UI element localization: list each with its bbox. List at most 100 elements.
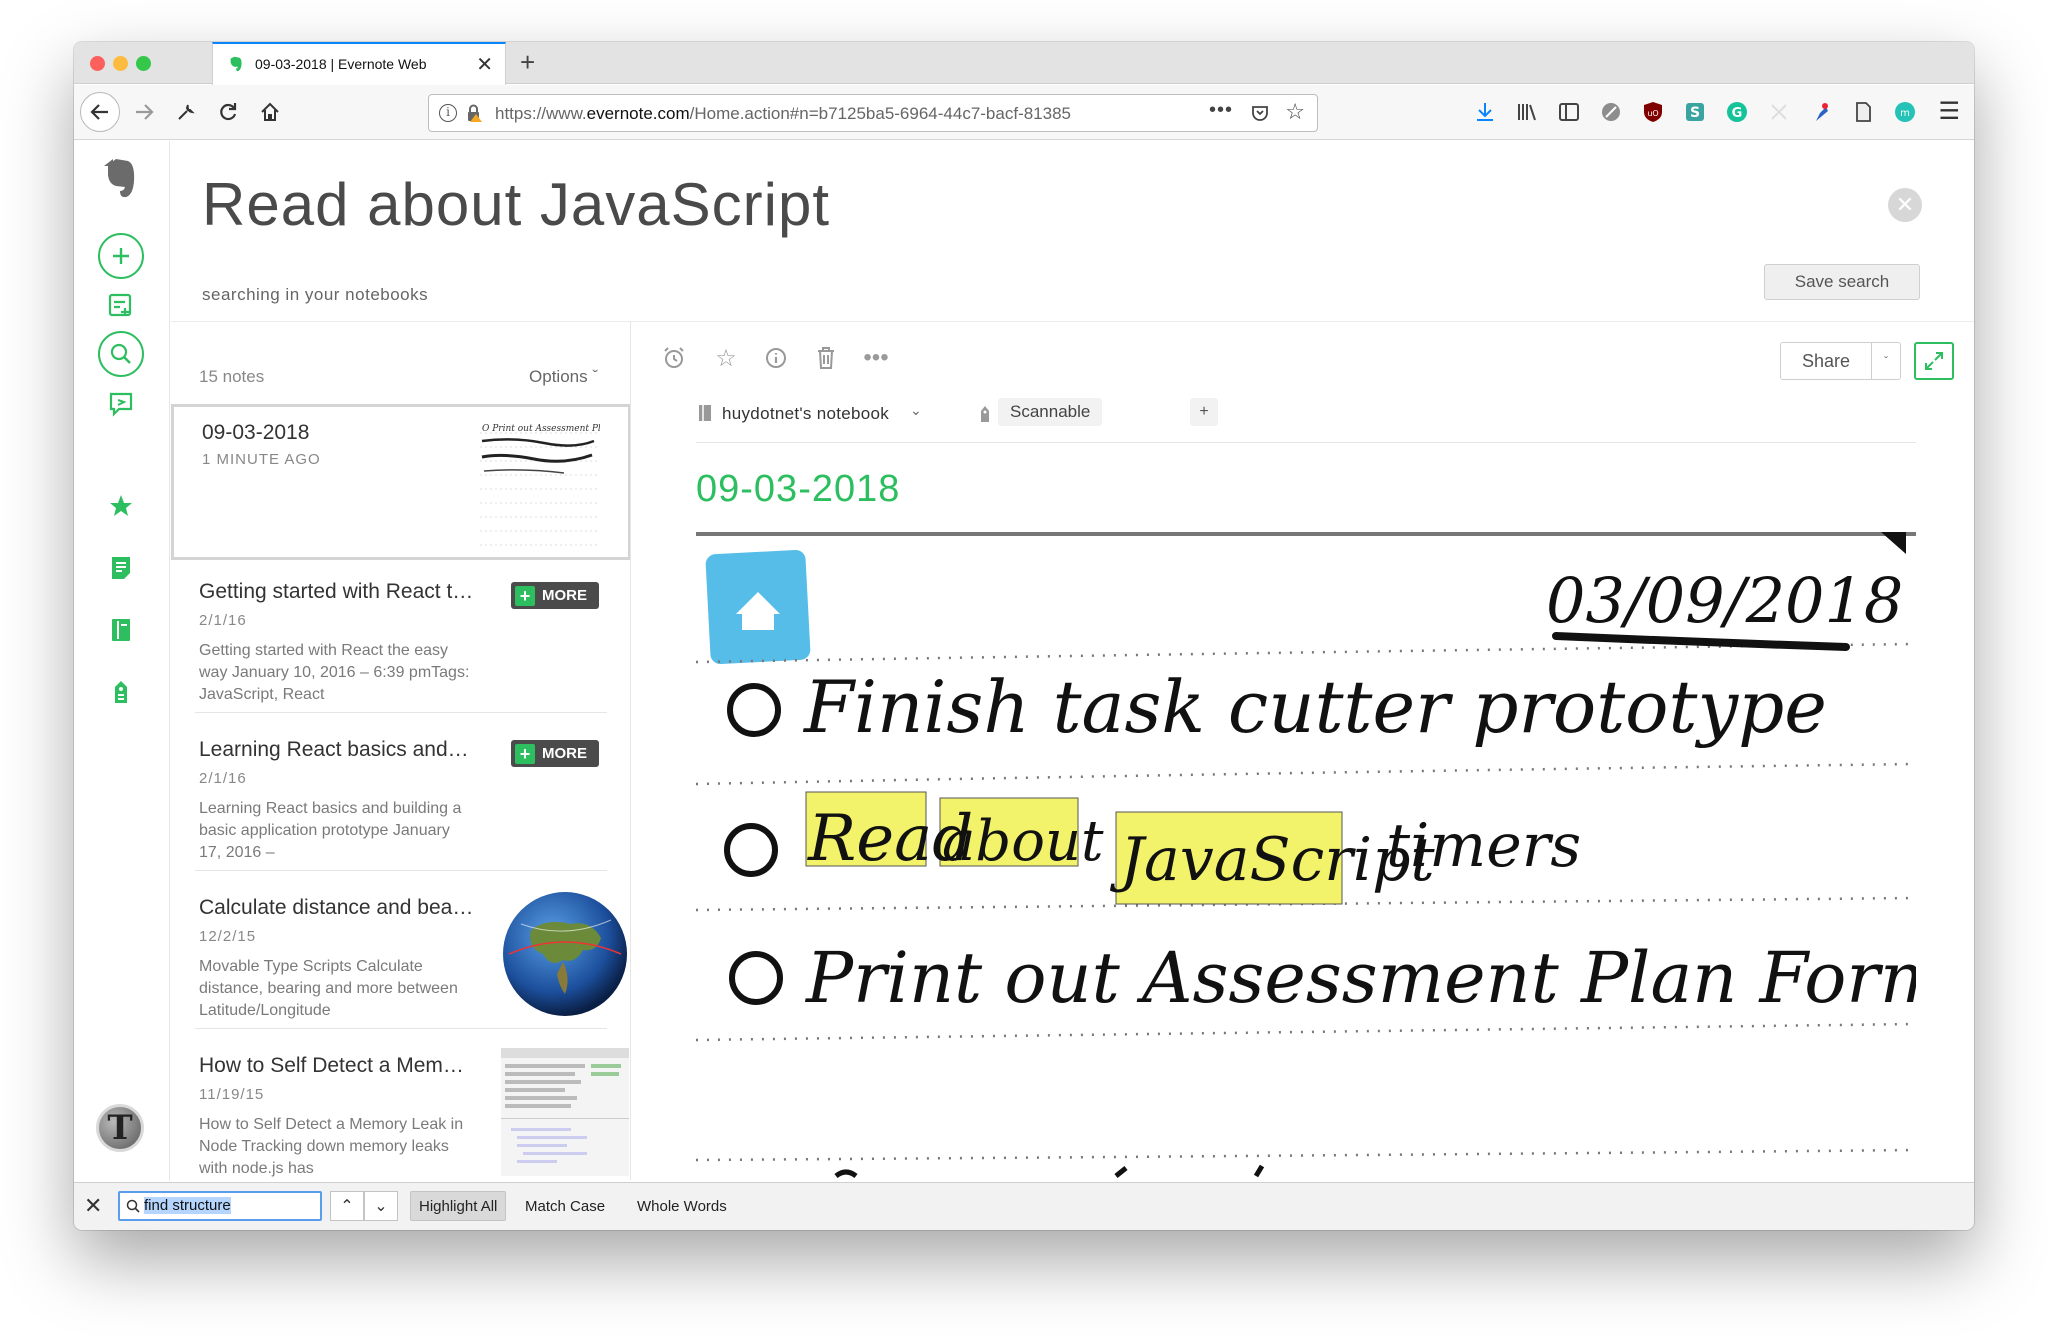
- more-badge: + MORE: [511, 740, 599, 767]
- svg-text:O Print out Assessment Plan Fo: O Print out Assessment Plan Form: [482, 424, 600, 434]
- expand-arrows-icon: [1925, 352, 1943, 370]
- handwritten-line-1: Finish task cutter prototype: [802, 665, 1827, 749]
- note-card[interactable]: How to Self Detect a Memory Leak in Node…: [171, 1036, 630, 1180]
- extension-s-icon[interactable]: S: [1684, 101, 1706, 123]
- save-search-button[interactable]: Save search: [1764, 264, 1920, 300]
- scanned-note-image: 03/09/2018 Finish task cutter prototype …: [696, 532, 1916, 1180]
- new-tab-button[interactable]: +: [520, 47, 535, 78]
- svg-text:m: m: [1900, 108, 1910, 119]
- tags-button[interactable]: [98, 669, 144, 715]
- note-title: Calculate distance and bearing: [199, 896, 474, 919]
- page-info-icon[interactable]: i: [439, 104, 457, 122]
- note-card[interactable]: Learning React basics and building a bas…: [171, 720, 630, 870]
- library-icon[interactable]: [1516, 101, 1538, 123]
- shortcuts-button[interactable]: [98, 483, 144, 529]
- note-title-field[interactable]: 09-03-2018: [696, 468, 900, 511]
- find-input[interactable]: find structure: [118, 1191, 322, 1221]
- ublock-icon[interactable]: uO: [1642, 101, 1664, 123]
- search-query-title: Read about JavaScript: [202, 171, 831, 238]
- wrench-icon[interactable]: [168, 94, 204, 130]
- trash-icon[interactable]: [812, 344, 840, 372]
- tab-title: 09-03-2018 | Evernote Web: [255, 56, 427, 72]
- hamburger-menu-icon[interactable]: ☰: [1938, 97, 1960, 126]
- reader-icon[interactable]: [1852, 101, 1874, 123]
- home-button[interactable]: [252, 94, 288, 130]
- window-close-button[interactable]: [90, 56, 105, 71]
- scannable-home-icon: [705, 549, 811, 665]
- add-tag-button[interactable]: +: [1190, 398, 1218, 426]
- reminder-alarm-icon[interactable]: [660, 344, 688, 372]
- note-separator: [195, 870, 607, 871]
- note-date: 2/1/16: [199, 612, 247, 629]
- new-work-chat-button[interactable]: [98, 283, 144, 329]
- new-note-button[interactable]: [98, 233, 144, 279]
- highlight-all-toggle[interactable]: Highlight All: [410, 1191, 507, 1221]
- url-bar[interactable]: i https://www.evernote.com/Home.action#n…: [428, 94, 1318, 132]
- svg-text:uO: uO: [1647, 109, 1658, 118]
- back-arrow-icon: [90, 104, 108, 120]
- lock-warning-icon[interactable]: [465, 104, 483, 122]
- browser-tab[interactable]: 09-03-2018 | Evernote Web ✕: [212, 42, 506, 85]
- notebook-selector[interactable]: huydotnet's notebook: [722, 404, 889, 424]
- reload-icon: [220, 103, 237, 121]
- url-text[interactable]: https://www.evernote.com/Home.action#n=b…: [495, 104, 1195, 124]
- shortcut-star-icon[interactable]: ☆: [712, 344, 740, 372]
- tab-close-icon[interactable]: ✕: [476, 52, 493, 77]
- svg-text:G: G: [1732, 106, 1743, 121]
- close-search-button[interactable]: ✕: [1888, 188, 1922, 222]
- note-snippet: Getting started with React the easy way …: [199, 642, 470, 703]
- notebook-icon: [699, 405, 711, 421]
- pocket-icon[interactable]: [1251, 104, 1269, 122]
- notebooks-button[interactable]: [98, 607, 144, 653]
- page-actions-icon[interactable]: •••: [1209, 99, 1233, 122]
- forward-button[interactable]: [126, 94, 162, 130]
- reload-button[interactable]: [210, 94, 246, 130]
- search-scope-label: searching in your notebooks: [202, 285, 429, 304]
- extension-feather-icon[interactable]: [1600, 101, 1622, 123]
- user-avatar[interactable]: T: [96, 1104, 144, 1152]
- tag-icon: [981, 406, 989, 422]
- expand-button[interactable]: [1914, 342, 1954, 380]
- more-badge: + MORE: [511, 582, 599, 609]
- chevron-up-icon: ⌃: [340, 1198, 354, 1215]
- window-maximize-button[interactable]: [136, 56, 151, 71]
- work-chat-icon: [108, 293, 132, 317]
- highlighted-word-about: about: [942, 809, 1104, 874]
- evernote-logo-icon[interactable]: [98, 155, 144, 201]
- note-card[interactable]: Calculate distance and bearing 12/2/15 M…: [171, 878, 630, 1028]
- tag-chip[interactable]: Scannable: [998, 398, 1103, 426]
- window-minimize-button[interactable]: [113, 56, 128, 71]
- share-button[interactable]: Share: [1780, 342, 1872, 380]
- extension-disabled-icon[interactable]: [1768, 101, 1790, 123]
- sidebar-icon[interactable]: [1558, 101, 1580, 123]
- grammarly-icon[interactable]: G: [1726, 101, 1748, 123]
- whole-words-toggle[interactable]: Whole Words: [629, 1191, 735, 1221]
- work-chat-button[interactable]: [98, 381, 144, 427]
- note-title: Learning React basics and building a bas…: [199, 738, 474, 761]
- bookmark-star-icon[interactable]: ☆: [1285, 99, 1305, 125]
- share-dropdown-chevron-icon[interactable]: ˇ: [1871, 342, 1901, 380]
- downloads-icon[interactable]: [1474, 101, 1496, 123]
- extension-pin-icon[interactable]: [1810, 101, 1832, 123]
- note-thumbnail: O Print out Assessment Plan Form: [474, 413, 600, 555]
- more-actions-icon[interactable]: •••: [862, 344, 890, 372]
- notes-button[interactable]: [98, 545, 144, 591]
- note-icon: [112, 557, 130, 579]
- globe-thumbnail: [501, 890, 629, 1018]
- note-info-icon[interactable]: [762, 344, 790, 372]
- note-card[interactable]: Getting started with React the easy way …: [171, 562, 630, 712]
- extension-m-icon[interactable]: m: [1894, 101, 1916, 123]
- find-bar-close-icon[interactable]: ✕: [84, 1193, 102, 1219]
- note-card-selected[interactable]: 09-03-2018 1 MINUTE AGO O Print out Asse…: [171, 404, 630, 560]
- forward-arrow-icon: [136, 104, 154, 120]
- search-button[interactable]: [98, 331, 144, 377]
- find-next-button[interactable]: ⌄: [364, 1191, 398, 1221]
- find-previous-button[interactable]: ⌃: [330, 1191, 364, 1221]
- chevron-down-icon[interactable]: ⌄: [910, 402, 922, 419]
- note-snippet: Learning React basics and building a bas…: [199, 800, 462, 861]
- match-case-toggle[interactable]: Match Case: [517, 1191, 613, 1221]
- back-button[interactable]: [80, 92, 120, 132]
- plus-icon: [113, 248, 129, 264]
- chevron-down-icon: ⌄: [374, 1198, 388, 1215]
- options-dropdown[interactable]: Options ˇ: [529, 367, 598, 387]
